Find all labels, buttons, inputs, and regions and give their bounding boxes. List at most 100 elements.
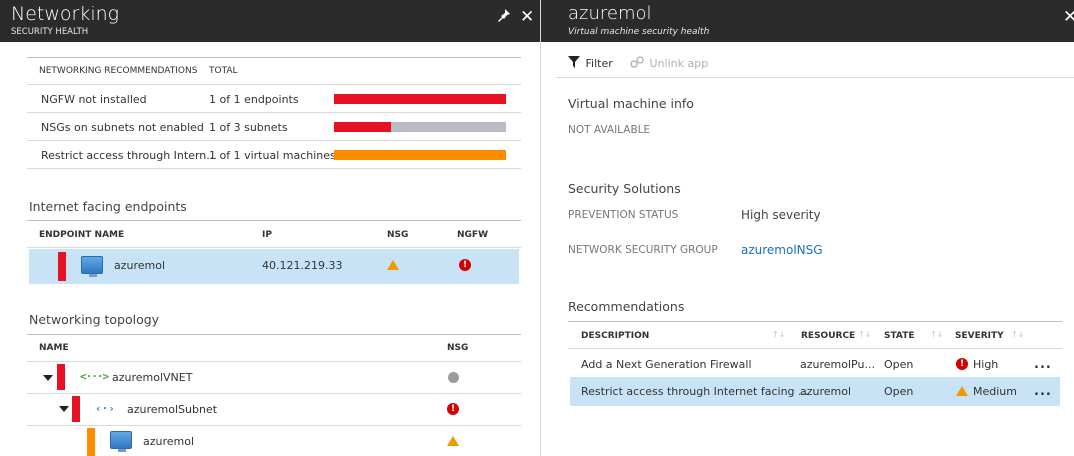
- recommendation-severity: Medium: [973, 385, 1017, 398]
- recommendation-name: NGFW not installed: [41, 93, 147, 106]
- blade-title: Networking: [11, 3, 120, 25]
- sort-icon[interactable]: ↑↓: [858, 330, 871, 339]
- recommendation-description: Restrict access through Internet facing …: [581, 385, 809, 398]
- divider: [27, 247, 521, 248]
- vm-info-status: NOT AVAILABLE: [568, 124, 651, 136]
- gray-dot-icon: [448, 372, 459, 383]
- recommendation-name: NSGs on subnets not enabled: [41, 121, 204, 134]
- section-title-topology: Networking topology: [29, 312, 160, 327]
- section-title-endpoints: Internet facing endpoints: [29, 199, 187, 214]
- col-severity[interactable]: SEVERITY: [955, 331, 1004, 341]
- divider: [27, 361, 521, 362]
- sort-icon[interactable]: ↑↓: [1011, 330, 1024, 339]
- progress-fill: [334, 122, 391, 132]
- unlink-label: Unlink app: [649, 57, 709, 70]
- col-resource[interactable]: RESOURCE: [801, 331, 855, 341]
- divider: [27, 393, 521, 394]
- recommendation-total: 1 of 1 virtual machines: [209, 149, 336, 162]
- blade-subtitle: Virtual machine security health: [568, 27, 710, 37]
- status-stripe: [72, 396, 80, 422]
- subnet-icon: ‹·›: [95, 402, 115, 415]
- endpoint-name: azuremol: [114, 259, 166, 272]
- topology-name: azuremol: [143, 435, 195, 448]
- col-endpoint-name: ENDPOINT NAME: [39, 230, 125, 240]
- unlink-app-button[interactable]: Unlink app: [630, 56, 708, 71]
- more-icon[interactable]: ...: [1034, 357, 1052, 372]
- chevron-down-icon[interactable]: [43, 375, 53, 381]
- blade-header: Networking SECURITY HEALTH ✕: [0, 0, 540, 42]
- divider: [27, 425, 521, 426]
- divider: [568, 348, 1062, 349]
- warning-icon: [387, 260, 399, 270]
- sort-icon[interactable]: ↑↓: [772, 330, 785, 339]
- vm-icon: [81, 256, 103, 277]
- col-nsg: NSG: [447, 343, 469, 353]
- col-total: TOTAL: [209, 66, 238, 76]
- col-state[interactable]: STATE: [884, 331, 914, 341]
- nsg-link[interactable]: azuremolNSG: [741, 243, 823, 257]
- col-name: NAME: [39, 343, 69, 353]
- section-title-recommendations: Recommendations: [568, 299, 685, 314]
- status-stripe: [87, 428, 95, 456]
- col-networking-recommendations: NETWORKING RECOMMENDATIONS: [39, 66, 198, 76]
- close-icon[interactable]: ✕: [1063, 8, 1074, 26]
- col-ip: IP: [262, 230, 272, 240]
- section-title-security-solutions: Security Solutions: [568, 181, 681, 196]
- vm-security-blade: azuremol Virtual machine security health…: [541, 0, 1074, 456]
- divider: [27, 112, 521, 113]
- divider: [27, 84, 521, 85]
- endpoint-row[interactable]: azuremol 40.121.219.33 !: [29, 249, 519, 284]
- section-title-vm-info: Virtual machine info: [568, 96, 694, 111]
- endpoint-ip: 40.121.219.33: [262, 259, 343, 272]
- blade-title: azuremol: [568, 3, 652, 24]
- close-icon[interactable]: ✕: [520, 8, 534, 26]
- col-ngfw: NGFW: [457, 230, 488, 240]
- blade-subtitle: SECURITY HEALTH: [11, 27, 89, 37]
- divider: [27, 168, 521, 169]
- divider: [27, 57, 521, 58]
- prevention-status-value: High severity: [741, 208, 821, 222]
- vm-icon: [110, 431, 132, 452]
- warning-icon: [956, 386, 968, 396]
- progress-fill: [334, 150, 506, 160]
- recommendation-resource: azuremol: [800, 385, 852, 398]
- chevron-down-icon[interactable]: [59, 406, 69, 412]
- topology-name: azuremolVNET: [112, 371, 193, 384]
- filter-label: Filter: [585, 57, 613, 70]
- topology-name: azuremolSubnet: [127, 403, 218, 416]
- more-icon[interactable]: ...: [1034, 384, 1052, 399]
- filter-button[interactable]: Filter: [568, 56, 613, 71]
- status-stripe: [58, 252, 66, 281]
- link-icon: [630, 56, 644, 71]
- recommendation-resource: azuremolPu...: [800, 358, 875, 371]
- warning-icon: [447, 436, 459, 446]
- recommendation-total: 1 of 3 subnets: [209, 121, 288, 134]
- pin-icon[interactable]: [497, 8, 511, 28]
- divider: [27, 334, 521, 335]
- error-icon: !: [447, 403, 459, 415]
- filter-icon: [568, 56, 580, 71]
- prevention-status-label: PREVENTION STATUS: [568, 209, 679, 221]
- error-icon: !: [956, 358, 968, 370]
- error-icon: !: [459, 259, 471, 271]
- status-stripe: [57, 364, 65, 390]
- recommendation-severity: High: [973, 358, 999, 371]
- col-nsg: NSG: [387, 230, 409, 240]
- recommendation-total: 1 of 1 endpoints: [209, 93, 299, 106]
- nsg-label: NETWORK SECURITY GROUP: [568, 244, 718, 256]
- recommendation-state: Open: [884, 358, 914, 371]
- col-description[interactable]: DESCRIPTION: [581, 331, 649, 341]
- progress-fill: [334, 94, 506, 104]
- networking-blade: Networking SECURITY HEALTH ✕ NETWORKING …: [0, 0, 541, 456]
- divider: [568, 321, 1062, 322]
- divider: [27, 220, 521, 221]
- recommendation-name: Restrict access through Intern...: [41, 149, 217, 162]
- recommendation-row-restrict-access[interactable]: Restrict access through Internet facing …: [570, 377, 1060, 406]
- recommendation-description: Add a Next Generation Firewall: [581, 358, 752, 371]
- divider: [27, 140, 521, 141]
- divider: [556, 77, 1074, 78]
- vnet-icon: <···>: [80, 370, 109, 383]
- blade-header: azuremol Virtual machine security health…: [541, 0, 1074, 42]
- recommendation-state: Open: [884, 385, 914, 398]
- sort-icon[interactable]: ↑↓: [930, 330, 943, 339]
